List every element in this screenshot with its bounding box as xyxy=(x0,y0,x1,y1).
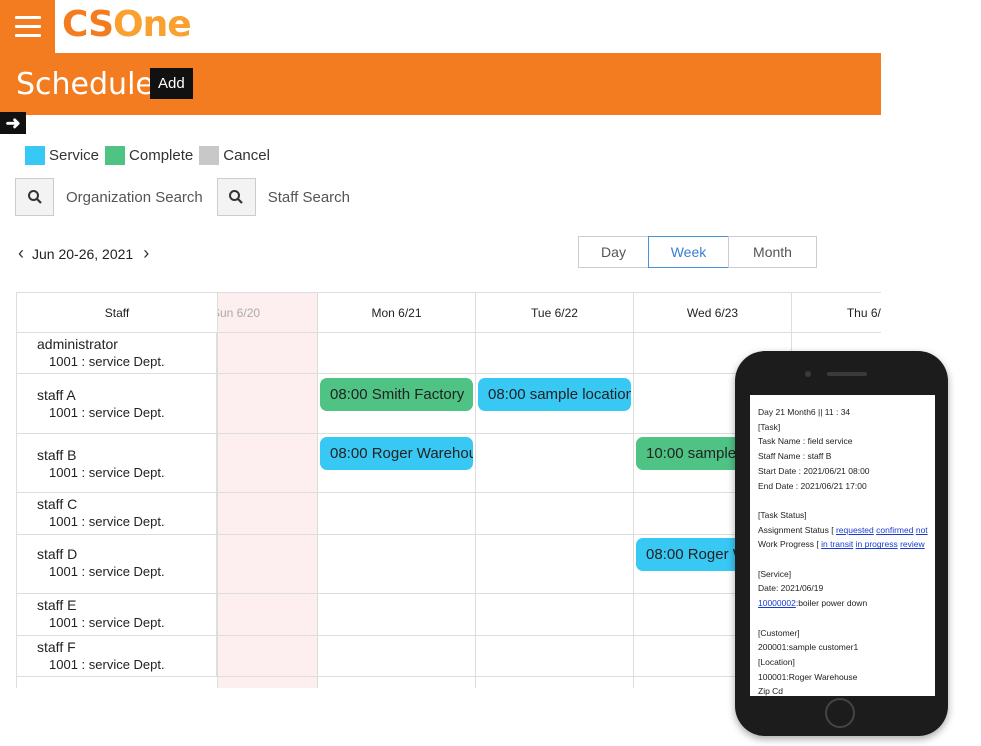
date-range: Jun 20-26, 2021 xyxy=(32,245,134,262)
column-header-mon: Mon 6/21 xyxy=(318,293,476,333)
phone-line: [Task Status] xyxy=(758,509,807,520)
event-block[interactable]: 08:00 Roger Warehouse xyxy=(320,437,473,470)
staff-cell: staff D 1001 : service Dept. xyxy=(17,535,217,593)
event-block[interactable]: 08:00 Smith Factory xyxy=(320,378,473,411)
service-link[interactable]: 10000002 xyxy=(758,598,796,608)
search-icon xyxy=(27,190,42,204)
column-header-wed: Wed 6/23 xyxy=(634,293,792,333)
chevron-right-icon[interactable]: › xyxy=(141,243,151,264)
column-header-sun: Sun 6/20 xyxy=(218,293,318,333)
assignment-status-line: Assignment Status [ requested confirmed … xyxy=(758,523,935,538)
view-day-button[interactable]: Day xyxy=(578,236,649,268)
phone-line: Start Date : 2021/06/21 08:00 xyxy=(758,465,870,476)
staff-cell: staff A 1001 : service Dept. xyxy=(17,374,217,433)
staff-dept: 1001 : service Dept. xyxy=(49,615,165,630)
page-header: Schedule Add xyxy=(0,53,881,115)
organization-search-button[interactable] xyxy=(15,178,54,216)
progress-link-review[interactable]: review xyxy=(900,539,925,549)
staff-name: staff B xyxy=(37,447,77,463)
organization-search-label[interactable]: Organization Search xyxy=(66,189,203,206)
phone-home-button xyxy=(825,698,855,728)
column-header-thu: Thu 6/24 xyxy=(792,293,881,333)
staff-dept: 1001 : service Dept. xyxy=(49,657,165,672)
staff-dept: 1001 : service Dept. xyxy=(49,564,165,579)
search-row: Organization Search Staff Search xyxy=(15,178,364,216)
hamburger-menu-icon[interactable] xyxy=(0,0,55,53)
app-logo: CSOne xyxy=(62,4,192,45)
service-description: :boiler power down xyxy=(795,598,868,609)
progress-link-in-progress[interactable]: in progress xyxy=(856,539,898,549)
staff-dept: 1001 : service Dept. xyxy=(49,405,165,420)
search-icon xyxy=(229,190,244,204)
chevron-left-icon[interactable]: ‹ xyxy=(16,243,26,264)
status-link-confirmed[interactable]: confirmed xyxy=(876,525,913,535)
phone-line: [Task] xyxy=(758,421,781,432)
phone-speaker xyxy=(827,372,867,376)
page-title: Schedule xyxy=(16,67,154,102)
legend-swatch-service xyxy=(25,146,45,165)
progress-link-in-transit[interactable]: in transit xyxy=(821,539,853,549)
work-progress-line: Work Progress [ in transit in progress r… xyxy=(758,537,935,552)
work-progress-label: Work Progress [ xyxy=(758,539,822,550)
staff-name: administrator xyxy=(37,336,118,352)
grid-divider xyxy=(217,333,218,688)
phone-mockup: Day 21 Month6 || 11 : 34 [Task] Task Nam… xyxy=(735,351,948,736)
phone-spacer xyxy=(758,552,935,567)
status-link-not[interactable]: not xyxy=(916,525,928,535)
app-root: CSOne Schedule Add ➜ Service Complete Ca… xyxy=(0,0,981,746)
legend-label-cancel: Cancel xyxy=(223,147,270,164)
view-toggle: Day Week Month xyxy=(578,236,817,268)
grid-divider xyxy=(633,333,634,688)
status-legend: Service Complete Cancel xyxy=(25,146,276,165)
column-header-staff: Staff xyxy=(17,293,218,333)
add-button[interactable]: Add xyxy=(150,68,193,99)
phone-screen: Day 21 Month6 || 11 : 34 [Task] Task Nam… xyxy=(750,395,935,696)
column-header-sun-label: Sun 6/20 xyxy=(218,305,261,320)
phone-line: 100001:Roger Warehouse xyxy=(758,671,858,682)
staff-search-label[interactable]: Staff Search xyxy=(268,189,350,206)
status-link-requested[interactable]: requested xyxy=(836,525,874,535)
staff-dept: 1001 : service Dept. xyxy=(49,465,165,480)
staff-name: staff A xyxy=(37,387,76,403)
phone-line: Day 21 Month6 || 11 : 34 xyxy=(758,407,851,417)
phone-line: End Date : 2021/06/21 17:00 xyxy=(758,480,867,491)
assignment-status-label: Assignment Status [ xyxy=(758,524,836,535)
phone-line: Task Name : field service xyxy=(758,436,853,447)
staff-cell: administrator 1001 : service Dept. xyxy=(17,333,217,373)
staff-cell: staff B 1001 : service Dept. xyxy=(17,434,217,492)
phone-line: [Service] xyxy=(758,568,792,579)
grid-divider xyxy=(317,333,318,688)
staff-name: staff E xyxy=(37,597,77,613)
staff-dept: 1001 : service Dept. xyxy=(49,514,165,529)
legend-label-service: Service xyxy=(49,147,100,164)
staff-cell: staff C 1001 : service Dept. xyxy=(17,493,217,534)
staff-name: staff C xyxy=(37,496,78,512)
column-header-tue: Tue 6/22 xyxy=(476,293,634,333)
legend-swatch-cancel xyxy=(199,146,220,165)
service-line: 10000002:boiler power down xyxy=(758,596,935,611)
event-block[interactable]: 08:00 sample location xyxy=(478,378,631,411)
phone-camera xyxy=(805,371,811,377)
phone-line: Zip Cd xyxy=(758,686,784,696)
phone-line: [Customer] xyxy=(758,627,800,638)
view-month-button[interactable]: Month xyxy=(728,236,817,268)
staff-dept: 1001 : service Dept. xyxy=(49,354,165,369)
legend-swatch-complete xyxy=(105,146,126,165)
staff-cell: staff E 1001 : service Dept. xyxy=(17,594,217,635)
grid-divider xyxy=(475,333,476,688)
date-navigation: ‹ Jun 20-26, 2021 › xyxy=(16,243,151,264)
arrow-right-icon[interactable]: ➜ xyxy=(0,112,26,134)
staff-search-button[interactable] xyxy=(216,178,256,216)
phone-line: Date: 2021/06/19 xyxy=(758,583,824,594)
phone-line: 200001:sample customer1 xyxy=(758,642,859,653)
staff-cell: staff F 1001 : service Dept. xyxy=(17,636,217,676)
phone-spacer xyxy=(758,611,935,626)
phone-spacer xyxy=(758,493,935,508)
staff-name: staff D xyxy=(37,546,78,562)
phone-line: Staff Name : staff B xyxy=(758,451,832,462)
staff-name: staff F xyxy=(37,639,76,655)
phone-line: [Location] xyxy=(758,656,795,667)
view-week-button[interactable]: Week xyxy=(648,236,729,268)
legend-label-complete: Complete xyxy=(129,147,194,164)
